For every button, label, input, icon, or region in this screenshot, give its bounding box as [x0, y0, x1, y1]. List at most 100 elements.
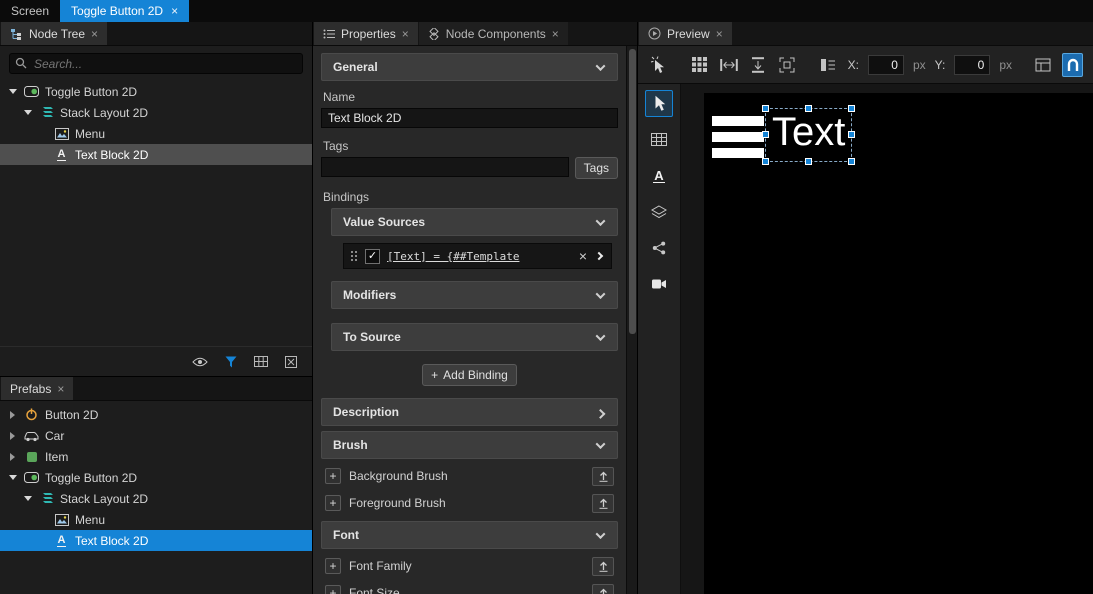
resize-handle-nw[interactable] [762, 105, 769, 112]
y-coordinate-field[interactable] [954, 55, 990, 75]
expand-arrow-icon[interactable] [22, 496, 33, 501]
hamburger-menu-icon[interactable] [712, 116, 764, 158]
add-property-button[interactable]: + [325, 495, 341, 511]
tags-field[interactable] [321, 157, 569, 177]
prefab-item-button-2d[interactable]: Button 2D [0, 404, 312, 425]
snap-toggle-button[interactable] [1062, 53, 1083, 77]
resize-handle-w[interactable] [762, 131, 769, 138]
name-field[interactable] [321, 108, 618, 128]
fit-screen-button[interactable] [777, 53, 797, 77]
binding-enabled-checkbox[interactable]: ✓ [365, 249, 380, 264]
add-property-button[interactable]: + [325, 558, 341, 574]
expand-arrow-icon[interactable] [7, 475, 18, 480]
section-to-source[interactable]: To Source [331, 323, 618, 351]
section-description-title: Description [333, 405, 399, 419]
image-icon [53, 128, 70, 140]
promote-property-button[interactable] [592, 584, 614, 594]
visibility-eye-button[interactable] [192, 357, 208, 367]
expand-arrow-icon[interactable] [7, 411, 18, 419]
tree-item-toggle-button-2d[interactable]: Toggle Button 2D [0, 81, 312, 102]
tab-toggle-button-2d-label: Toggle Button 2D [71, 4, 163, 18]
close-icon[interactable]: × [57, 383, 64, 395]
text-tool-button[interactable]: A [645, 162, 673, 189]
connections-tool-button[interactable] [645, 234, 673, 261]
tab-preview[interactable]: Preview × [639, 22, 732, 45]
promote-property-button[interactable] [592, 557, 614, 576]
select-tool-button[interactable] [645, 90, 673, 117]
tree-item-text-block-2d[interactable]: A Text Block 2D [0, 144, 312, 165]
prefab-item-item[interactable]: Item [0, 446, 312, 467]
resize-handle-ne[interactable] [848, 105, 855, 112]
resize-handle-e[interactable] [848, 131, 855, 138]
selected-text-element[interactable]: Text [765, 108, 852, 162]
left-column: Node Tree × Togg [0, 22, 313, 594]
fit-height-button[interactable] [748, 53, 768, 77]
resize-handle-se[interactable] [848, 158, 855, 165]
tab-properties[interactable]: Properties × [314, 22, 418, 45]
tab-toggle-button-2d[interactable]: Toggle Button 2D × [60, 0, 189, 22]
layout-bounds-button[interactable] [1033, 53, 1053, 77]
camera-tool-button[interactable] [645, 270, 673, 297]
expand-arrow-icon[interactable] [7, 453, 18, 461]
document-tabbar: Screen Toggle Button 2D × [0, 0, 1093, 22]
tags-button[interactable]: Tags [575, 157, 618, 179]
section-brush[interactable]: Brush [321, 431, 618, 459]
add-binding-button[interactable]: + Add Binding [422, 364, 517, 386]
resize-handle-sw[interactable] [762, 158, 769, 165]
interact-tool-button[interactable] [648, 53, 668, 77]
prefab-item-toggle-button-2d[interactable]: Toggle Button 2D [0, 467, 312, 488]
close-icon[interactable]: × [91, 28, 98, 40]
scrollbar-thumb[interactable] [629, 49, 636, 334]
close-icon[interactable]: × [402, 28, 409, 40]
prefab-item-menu[interactable]: Menu [0, 509, 312, 530]
open-binding-chevron-icon[interactable] [595, 252, 603, 260]
close-icon[interactable]: × [552, 28, 559, 40]
expand-arrow-icon[interactable] [22, 110, 33, 115]
binding-expression-link[interactable]: [Text] = {##Template [387, 250, 572, 263]
tab-screen[interactable]: Screen [0, 0, 60, 22]
grid-toggle-button[interactable] [689, 53, 709, 77]
fit-width-button[interactable] [719, 53, 739, 77]
resize-handle-s[interactable] [805, 158, 812, 165]
font-size-row: + Font Size [321, 581, 618, 594]
expand-arrow-icon[interactable] [7, 432, 18, 440]
promote-property-button[interactable] [592, 494, 614, 513]
table-tool-button[interactable] [645, 126, 673, 153]
prefab-item-stack-layout-2d[interactable]: Stack Layout 2D [0, 488, 312, 509]
section-description[interactable]: Description [321, 398, 618, 426]
tab-node-tree[interactable]: Node Tree × [1, 22, 107, 45]
layers-tool-button[interactable] [645, 198, 673, 225]
filter-button[interactable] [225, 356, 237, 368]
section-modifiers[interactable]: Modifiers [331, 281, 618, 309]
rulers-button[interactable] [818, 53, 838, 77]
properties-scrollbar[interactable] [626, 46, 637, 594]
drag-handle[interactable] [351, 250, 358, 263]
grid-view-button[interactable] [254, 356, 268, 367]
section-font[interactable]: Font [321, 521, 618, 549]
properties-tabbar: Properties × Node Components × [313, 22, 637, 46]
toggle-button-icon [23, 472, 40, 483]
tree-item-menu[interactable]: Menu [0, 123, 312, 144]
tab-node-components[interactable]: Node Components × [419, 22, 568, 45]
expand-arrow-icon[interactable] [7, 89, 18, 94]
preview-canvas[interactable]: Text [704, 93, 1093, 594]
tree-item-stack-layout-2d[interactable]: Stack Layout 2D [0, 102, 312, 123]
plus-icon: + [431, 368, 438, 382]
add-property-button[interactable]: + [325, 585, 341, 594]
section-value-sources[interactable]: Value Sources [331, 208, 618, 236]
close-icon[interactable]: × [716, 28, 723, 40]
resize-handle-n[interactable] [805, 105, 812, 112]
close-icon[interactable]: × [171, 5, 178, 17]
x-coordinate-field[interactable] [868, 55, 904, 75]
clear-filter-button[interactable] [285, 356, 297, 368]
remove-binding-icon[interactable]: × [579, 249, 587, 263]
tab-prefabs[interactable]: Prefabs × [1, 377, 73, 400]
add-property-button[interactable]: + [325, 468, 341, 484]
section-brush-title: Brush [333, 438, 368, 452]
section-general[interactable]: General [321, 53, 618, 81]
prefab-item-car[interactable]: Car [0, 425, 312, 446]
promote-property-button[interactable] [592, 467, 614, 486]
prefab-item-text-block-2d[interactable]: A Text Block 2D [0, 530, 312, 551]
search-input[interactable] [9, 53, 303, 74]
prefabs-title: Prefabs [10, 382, 51, 396]
